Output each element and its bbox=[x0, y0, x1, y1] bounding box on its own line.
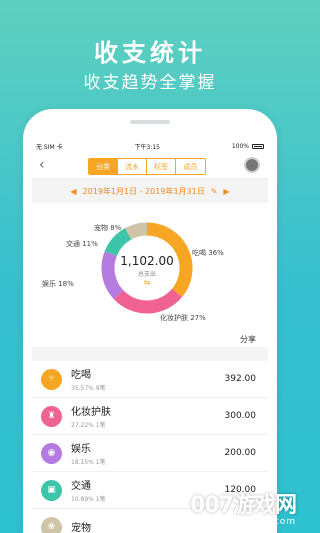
list-item[interactable]: ♜ 化妆护肤 27.22% 1笔 300.00 bbox=[32, 398, 268, 435]
row-meta: 18.15% 1笔 bbox=[71, 459, 106, 466]
promo-subline: 收支趋势全掌握 bbox=[83, 73, 217, 93]
watermark-title: 007游戏网 bbox=[190, 493, 297, 518]
swap-icon[interactable]: ⇋ bbox=[139, 278, 155, 287]
label-pet: 宠物 8% bbox=[94, 224, 122, 232]
row-name: 娱乐 bbox=[71, 444, 91, 455]
row-name: 化妆护肤 bbox=[71, 407, 111, 418]
promo-headline: 收支统计 bbox=[94, 39, 206, 67]
chart-center-label: 总支出 bbox=[137, 271, 156, 278]
site-watermark: 007游戏网 www.yx007.com bbox=[190, 487, 297, 527]
next-month-icon[interactable]: ▶ bbox=[223, 187, 229, 196]
chart-center-value: 1,102.00 bbox=[120, 254, 174, 268]
label-makeup: 化妆护肤 27% bbox=[160, 314, 206, 322]
carrier-label: 无 SIM 卡 bbox=[36, 143, 63, 151]
avatar[interactable] bbox=[244, 157, 260, 173]
tab-members[interactable]: 成员 bbox=[176, 159, 205, 174]
fork-knife-icon: ⑂ bbox=[41, 368, 62, 390]
row-name: 吃喝 bbox=[71, 370, 91, 381]
share-button[interactable]: 分享 bbox=[240, 334, 256, 345]
phone-speaker bbox=[130, 120, 170, 124]
donut-slice-3[interactable] bbox=[104, 228, 132, 257]
list-item[interactable]: ⑂ 吃喝 35.57% 9笔 392.00 bbox=[32, 361, 268, 398]
row-amount: 300.00 bbox=[224, 411, 257, 421]
status-time: 下午3:15 bbox=[134, 143, 160, 151]
donut-slice-4[interactable] bbox=[125, 222, 148, 240]
edit-pencil-icon[interactable]: ✎ bbox=[211, 187, 218, 196]
nav-bar: ‹ 分类 流水 标签 成员 bbox=[32, 152, 268, 179]
battery-icon bbox=[252, 143, 264, 149]
tab-flow[interactable]: 流水 bbox=[118, 159, 147, 174]
back-icon[interactable]: ‹ bbox=[39, 157, 45, 173]
label-transport: 交通 11% bbox=[66, 240, 98, 248]
lipstick-icon: ♜ bbox=[41, 405, 62, 427]
tab-tags[interactable]: 标签 bbox=[147, 159, 176, 174]
row-meta: 27.22% 1笔 bbox=[71, 422, 106, 429]
row-text: 化妆护肤 27.22% 1笔 bbox=[71, 403, 225, 429]
bus-icon: ▣ bbox=[41, 479, 62, 501]
segment-tabs: 分类 流水 标签 成员 bbox=[88, 158, 206, 175]
label-fun: 娱乐 18% bbox=[42, 280, 74, 288]
prev-month-icon[interactable]: ◀ bbox=[70, 187, 76, 196]
donut-slice-1[interactable] bbox=[113, 288, 183, 314]
row-meta: 35.57% 9笔 bbox=[71, 385, 106, 392]
date-range-bar: ◀ 2019年1月1日 - 2019年1月31日 ✎ ▶ bbox=[32, 179, 268, 203]
list-item[interactable]: ◉ 娱乐 18.15% 1笔 200.00 bbox=[32, 435, 268, 472]
phone-frame: 无 SIM 卡 下午3:15 100% ‹ 分类 流水 标签 成员 ◀ 2019… bbox=[23, 109, 277, 533]
paw-icon: ❀ bbox=[41, 516, 62, 533]
row-text: 娱乐 18.15% 1笔 bbox=[71, 440, 225, 466]
battery-percent: 100% bbox=[231, 142, 249, 150]
status-bar: 无 SIM 卡 下午3:15 100% bbox=[32, 140, 268, 152]
tab-category[interactable]: 分类 bbox=[89, 159, 118, 174]
status-right: 100% bbox=[232, 143, 264, 150]
label-food: 吃喝 36% bbox=[192, 249, 224, 257]
row-text: 吃喝 35.57% 9笔 bbox=[71, 366, 225, 392]
date-range-label[interactable]: 2019年1月1日 - 2019年1月31日 bbox=[83, 186, 205, 197]
row-amount: 200.00 bbox=[224, 448, 257, 458]
row-amount: 392.00 bbox=[224, 374, 257, 384]
chart-card: 1,102.00 总支出 ⇋ 吃喝 36% 化妆护肤 27% 娱乐 18% 交通… bbox=[32, 203, 268, 347]
gamepad-icon: ◉ bbox=[41, 442, 62, 464]
phone-screen: 无 SIM 卡 下午3:15 100% ‹ 分类 流水 标签 成员 ◀ 2019… bbox=[32, 140, 268, 533]
